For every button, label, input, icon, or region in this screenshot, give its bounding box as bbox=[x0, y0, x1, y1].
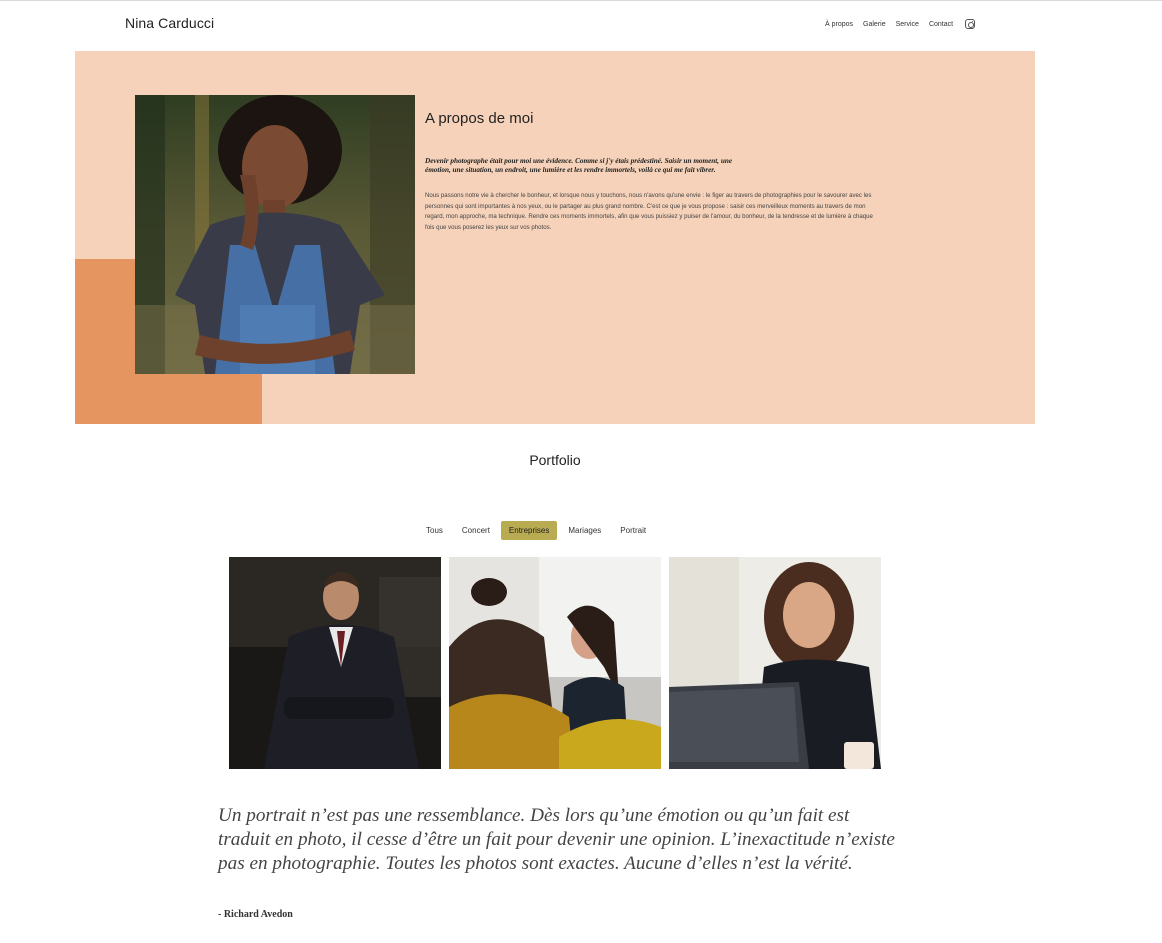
nav-link-service[interactable]: Service bbox=[896, 21, 919, 28]
laughing-woman-photo bbox=[669, 557, 881, 769]
portrait-photo-illustration bbox=[135, 95, 415, 374]
portrait-photo bbox=[135, 95, 415, 374]
nav-link-gallery[interactable]: Galerie bbox=[863, 21, 886, 28]
nav-link-contact[interactable]: Contact bbox=[929, 21, 953, 28]
filter-portrait[interactable]: Portrait bbox=[612, 521, 654, 540]
about-section: A propos de moi Devenir photographe étai… bbox=[75, 51, 1035, 424]
filter-entreprises[interactable]: Entreprises bbox=[500, 521, 558, 540]
businessman-photo bbox=[229, 557, 441, 769]
brand-name[interactable]: Nina Carducci bbox=[125, 15, 214, 31]
top-border bbox=[0, 0, 1162, 1]
filter-mariages[interactable]: Mariages bbox=[560, 521, 609, 540]
instagram-icon[interactable] bbox=[965, 19, 976, 29]
about-body: Nous passons notre vie à chercher le bon… bbox=[425, 192, 873, 231]
gallery-image-laughing-woman[interactable] bbox=[669, 557, 881, 769]
main-nav: À propos Galerie Service Contact bbox=[825, 19, 976, 29]
about-title: A propos de moi bbox=[425, 110, 534, 127]
quote-text: Un portrait n’est pas une ressemblance. … bbox=[218, 805, 895, 874]
portfolio-title: Portfolio bbox=[529, 452, 581, 468]
filter-all[interactable]: Tous bbox=[418, 521, 451, 540]
filter-concert[interactable]: Concert bbox=[454, 521, 498, 540]
quote-author: - Richard Avedon bbox=[218, 909, 293, 920]
gallery-image-businessman[interactable] bbox=[229, 557, 441, 769]
nav-link-about[interactable]: À propos bbox=[825, 21, 853, 28]
about-lead: Devenir photographe était pour moi une é… bbox=[425, 157, 733, 174]
gallery-grid bbox=[229, 557, 881, 769]
office-meeting-photo bbox=[449, 557, 661, 769]
gallery-image-office-meeting[interactable] bbox=[449, 557, 661, 769]
gallery-filters: Tous Concert Entreprises Mariages Portra… bbox=[418, 521, 654, 540]
